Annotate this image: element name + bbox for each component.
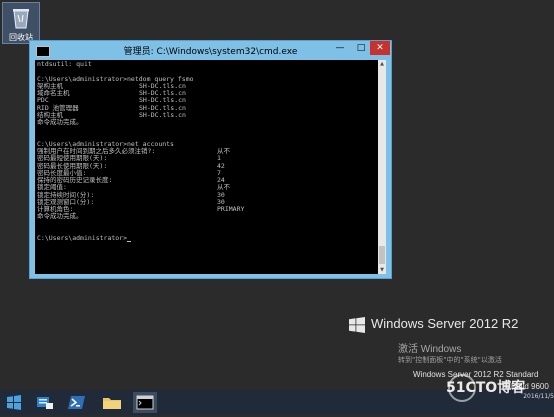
taskbar-file-explorer[interactable] [100, 392, 124, 413]
activate-windows-title: 激活 Windows [398, 344, 462, 355]
console-line-text: 命令成功完成。 [37, 212, 83, 221]
taskbar-server-manager[interactable] [33, 392, 57, 413]
folder-icon [103, 398, 121, 409]
console-line: 域命名主机 SH-DC.tls.cn [37, 89, 378, 97]
console-cursor [127, 241, 132, 243]
console-line: 计算机角色: PRIMARY [37, 205, 378, 213]
scrollbar-thumb[interactable] [379, 246, 385, 264]
console-lines: ntdsutil: quit C:\Users\administrator>net… [37, 60, 378, 243]
console-line: 命令成功完成。 [37, 118, 378, 126]
console-line: 结构主机 SH-DC.tls.cn [37, 110, 378, 119]
powershell-icon [68, 396, 85, 409]
vertical-scrollbar[interactable]: ▲ ▼ [378, 60, 386, 274]
console-line: 密码最长使用期限(天): 42 [37, 162, 378, 170]
start-windows-icon [7, 395, 21, 410]
console-line-value: PRIMARY [217, 205, 245, 213]
cmd-taskbar-icon [136, 395, 154, 410]
activate-windows-subtitle: 转到"控制面板"中的"系统"以激活 [398, 356, 502, 364]
brand-name: Windows Server 2012 R2 [371, 316, 519, 331]
console-line: 保持的密码历史记录长度: 24 [37, 176, 378, 184]
console-line-text: C:\Users\administrator> [37, 234, 128, 242]
console-line: PDC SH-DC.tls.cn [37, 96, 378, 104]
console-line: C:\Users\administrator>netdom query fsmo [37, 75, 378, 83]
windows-logo-icon [349, 317, 365, 333]
scroll-down-arrow-icon[interactable]: ▼ [378, 266, 386, 274]
console-line: 架构主机 SH-DC.tls.cn [37, 82, 378, 90]
minimize-button[interactable]: — [329, 41, 351, 55]
taskbar-powershell[interactable] [65, 392, 89, 413]
console-line: C:\Users\administrator> [37, 234, 378, 243]
recycle-bin-desktop-icon[interactable]: 回收站 [2, 2, 40, 44]
cmd-window[interactable]: 管理员: C:\Windows\system32\cmd.exe — □ ✕ n… [29, 40, 392, 279]
window-titlebar[interactable]: 管理员: C:\Windows\system32\cmd.exe — □ ✕ [30, 41, 391, 60]
console-output[interactable]: ntdsutil: quit C:\Users\administrator>net… [35, 60, 378, 274]
console-line: 命令成功完成。 [37, 213, 378, 220]
server-manager-icon [37, 397, 53, 409]
console-line: 锁定观测窗口(分): 30 [37, 198, 378, 206]
taskbar-cmd[interactable] [133, 392, 157, 413]
recycle-bin-icon [13, 9, 29, 29]
console-line-value: SH-DC.tls.cn [139, 110, 186, 119]
blog-watermark: 51CTO博客 [446, 380, 526, 396]
maximize-button[interactable]: □ [350, 41, 372, 55]
console-line: ntdsutil: quit [37, 60, 378, 68]
close-button[interactable]: ✕ [370, 41, 390, 55]
console-line-text: ntdsutil: quit [37, 60, 92, 68]
start-button[interactable] [2, 392, 26, 413]
scroll-up-arrow-icon[interactable]: ▲ [378, 60, 386, 68]
console-line: RID 池管理器 SH-DC.tls.cn [37, 104, 378, 112]
console-line-text: 命令成功完成。 [37, 118, 83, 126]
